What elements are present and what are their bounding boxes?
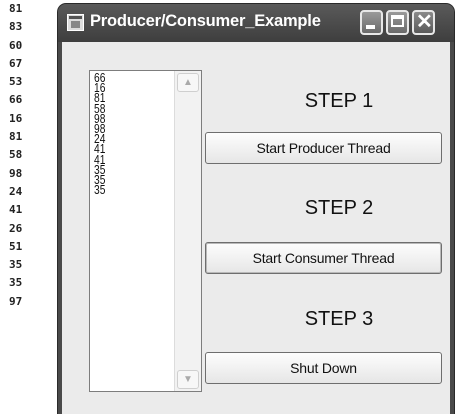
- scroll-down-button[interactable]: ▼: [177, 370, 199, 389]
- close-icon: ✕: [416, 11, 433, 33]
- console-line: 41: [9, 203, 23, 217]
- console-line: 35: [9, 276, 23, 290]
- console-line: 35: [9, 258, 23, 272]
- console-line: 60: [9, 38, 23, 52]
- start-consumer-button[interactable]: Start Consumer Thread: [205, 242, 442, 274]
- console-line: 24: [9, 184, 23, 198]
- window-title: Producer/Consumer_Example: [90, 12, 321, 30]
- minimize-button[interactable]: [360, 10, 383, 35]
- form-client-area: 66 16 81 58 98 98 24 41 41 35 35 35 ▲ ▼ …: [62, 42, 450, 414]
- console-line: 16: [9, 111, 23, 125]
- console-line: 67: [9, 56, 23, 70]
- numbers-listbox[interactable]: 66 16 81 58 98 98 24 41 41 35 35 35 ▲ ▼: [89, 70, 202, 392]
- console-line: 66: [9, 93, 23, 107]
- console-line: 97: [9, 294, 23, 308]
- close-button[interactable]: ✕: [412, 10, 435, 35]
- console-line: 83: [9, 20, 23, 34]
- start-producer-button[interactable]: Start Producer Thread: [205, 132, 442, 164]
- console-line: 98: [9, 166, 23, 180]
- minimize-icon: [366, 25, 375, 29]
- step-2-label: STEP 2: [304, 197, 374, 219]
- app-window: Producer/Consumer_Example ✕ 66 16 81 58 …: [58, 4, 454, 414]
- maximize-button[interactable]: [386, 10, 409, 35]
- list-item[interactable]: 35: [94, 184, 160, 197]
- step-3-label: STEP 3: [304, 308, 374, 330]
- console-line: 81: [9, 130, 23, 144]
- console-line: 81: [9, 2, 23, 15]
- console-line: 26: [9, 221, 23, 235]
- title-bar[interactable]: Producer/Consumer_Example ✕: [58, 4, 454, 42]
- app-window-icon[interactable]: [67, 14, 84, 31]
- step-1-label: STEP 1: [304, 90, 374, 112]
- console-line: 58: [9, 148, 23, 162]
- list-items: 66 16 81 58 98 98 24 41 41 35 35 35: [94, 72, 160, 197]
- maximize-icon: [391, 15, 404, 27]
- listbox-scrollbar[interactable]: ▲ ▼: [174, 71, 201, 391]
- console-line: 53: [9, 75, 23, 89]
- scroll-up-button[interactable]: ▲: [177, 73, 199, 92]
- shut-down-button[interactable]: Shut Down: [205, 352, 442, 384]
- console-output: 81 83 60 67 53 66 16 81 58 98 24 41 26 5…: [9, 0, 49, 311]
- console-line: 51: [9, 239, 23, 253]
